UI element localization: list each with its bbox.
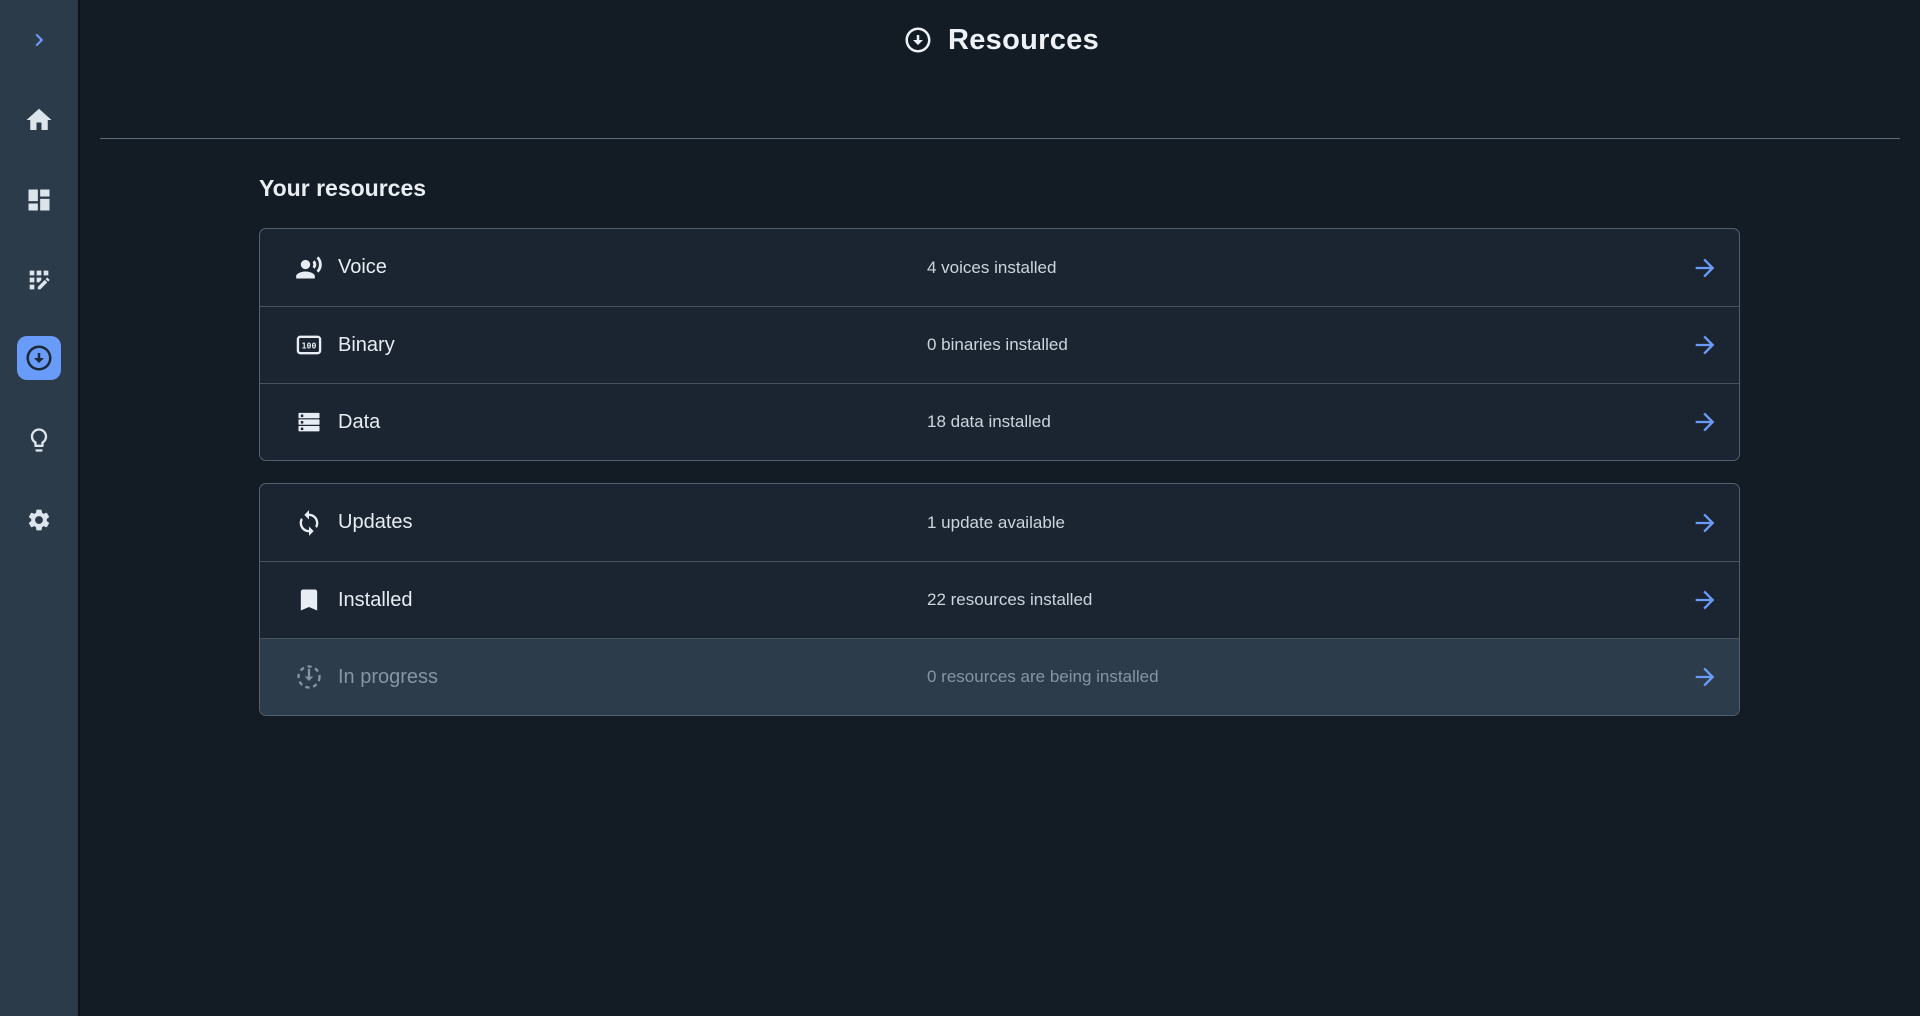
resource-card-states: Updates 1 update available Installed 22 …: [259, 483, 1740, 716]
resource-status: 1 update available: [927, 513, 1691, 533]
resource-row-binary[interactable]: 100 Binary 0 binaries installed: [260, 306, 1739, 383]
resource-status: 0 binaries installed: [927, 335, 1691, 355]
resource-row-data[interactable]: Data 18 data installed: [260, 383, 1739, 460]
svg-text:100: 100: [302, 340, 317, 350]
resource-label: Data: [338, 411, 380, 434]
sidebar-item-ideas[interactable]: [15, 416, 63, 464]
resource-status: 22 resources installed: [927, 590, 1691, 610]
resource-cards: Voice 4 voices installed 100 Binary: [259, 228, 1740, 716]
chevron-right-icon: [26, 27, 52, 53]
arrow-forward-icon: [1691, 586, 1719, 614]
home-icon: [24, 105, 54, 135]
resource-label: In progress: [338, 666, 438, 689]
sidebar-item-skills[interactable]: [15, 256, 63, 304]
header-divider: [100, 138, 1900, 139]
page-title: Resources: [948, 24, 1099, 57]
data-list-icon: [294, 407, 324, 437]
resource-card-types: Voice 4 voices installed 100 Binary: [259, 228, 1740, 461]
downloading-icon: [294, 662, 324, 692]
page-header: Resources: [82, 0, 1920, 80]
resource-row-in-progress: In progress 0 resources are being instal…: [260, 638, 1739, 715]
arrow-forward-icon: [1691, 408, 1719, 436]
download-circle-icon: [24, 343, 54, 373]
resource-status: 0 resources are being installed: [927, 667, 1691, 687]
sidebar-item-settings[interactable]: [15, 496, 63, 544]
resource-status: 18 data installed: [927, 412, 1691, 432]
sidebar-item-home[interactable]: [15, 96, 63, 144]
arrow-forward-icon: [1691, 254, 1719, 282]
settings-gear-icon: [26, 507, 52, 533]
arrow-forward-icon: [1691, 331, 1719, 359]
record-voice-icon: [294, 253, 324, 283]
section-title: Your resources: [259, 175, 1920, 202]
resource-label: Binary: [338, 334, 395, 357]
resource-label: Voice: [338, 256, 387, 279]
resource-row-updates[interactable]: Updates 1 update available: [260, 484, 1739, 561]
sync-icon: [294, 508, 324, 538]
resource-row-voice[interactable]: Voice 4 voices installed: [260, 229, 1739, 306]
sidebar-item-resources[interactable]: [17, 336, 61, 380]
arrow-forward-icon: [1691, 509, 1719, 537]
dashboard-icon: [25, 186, 53, 214]
resource-status: 4 voices installed: [927, 258, 1691, 278]
sidebar-item-dashboard[interactable]: [15, 176, 63, 224]
download-circle-icon: [903, 25, 933, 55]
bookmark-icon: [294, 585, 324, 615]
binary-icon: 100: [294, 330, 324, 360]
arrow-forward-icon: [1691, 663, 1719, 691]
resource-row-installed[interactable]: Installed 22 resources installed: [260, 561, 1739, 638]
lightbulb-icon: [25, 426, 53, 454]
main-content: Resources Your resources Voice: [82, 0, 1920, 716]
resource-label: Updates: [338, 511, 413, 534]
resource-label: Installed: [338, 589, 413, 612]
sidebar-collapse-button[interactable]: [15, 16, 63, 64]
sidebar: [0, 0, 80, 1016]
app-registration-icon: [25, 266, 53, 294]
